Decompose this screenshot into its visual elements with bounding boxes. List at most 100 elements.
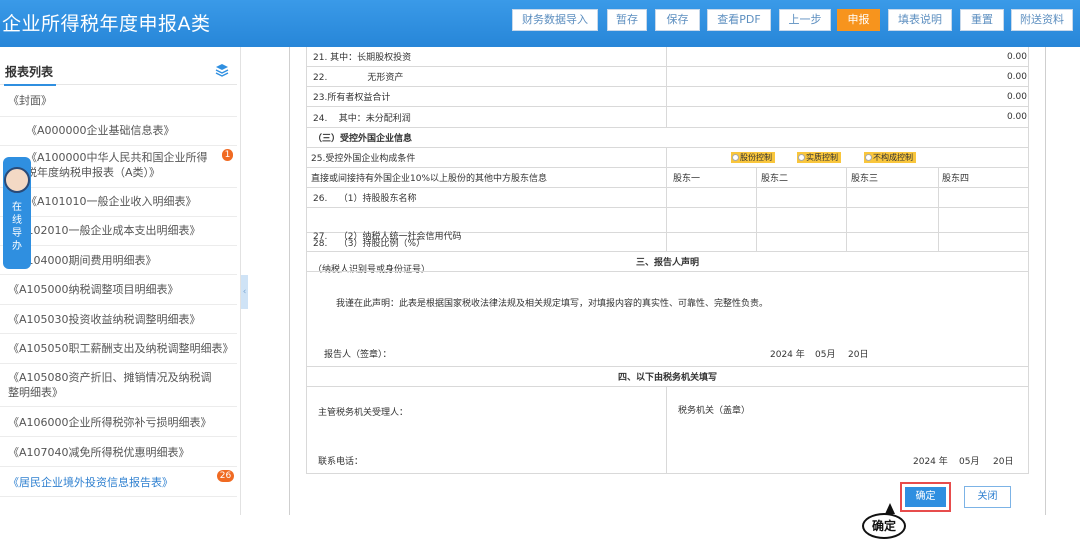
sidebar-item-label: 《A105030投资收益纳税调整明细表》 bbox=[8, 313, 201, 326]
declaration-date-month: 05月 bbox=[815, 350, 836, 360]
declaration-title: 三、报告人声明 bbox=[635, 258, 699, 268]
sidebar-item-a105080[interactable]: 《A105080资产折旧、摊销情况及纳税调整明细表》 bbox=[0, 364, 237, 407]
sidebar-item-a105050[interactable]: 《A105050职工薪酬支出及纳税调整明细表》 bbox=[0, 334, 237, 364]
close-button[interactable]: 关闭 bbox=[964, 486, 1011, 508]
row-label: 25.受控外国企业构成条件 bbox=[311, 154, 416, 164]
option-label: 实质控制 bbox=[806, 153, 838, 162]
report-list-sidebar: 报表列表 《封面》 《A000000企业基础信息表》 《A100000中华人民共… bbox=[0, 47, 241, 515]
table-row: 23.所有者权益合计 0.00 bbox=[306, 87, 1029, 107]
sidebar-item-a107040[interactable]: 《A107040减免所得税优惠明细表》 bbox=[0, 437, 237, 467]
cell-divider bbox=[938, 188, 939, 207]
cell-divider bbox=[666, 233, 667, 251]
sidebar-item-cover[interactable]: 《封面》 bbox=[0, 87, 237, 117]
sidebar-item-overseas-investment[interactable]: 《居民企业境外投资信息报告表》 26 bbox=[0, 467, 237, 497]
signer-label: 报告人（签章）： bbox=[324, 350, 392, 360]
count-badge: 26 bbox=[217, 470, 234, 482]
table-row: 24. 其中：未分配利润 0.00 bbox=[306, 107, 1029, 128]
cell-divider bbox=[666, 67, 667, 86]
table-row: 27. （2）纳税人统一社会信用代码 （纳税人识别号或身份证号） bbox=[306, 208, 1029, 275]
cell-divider bbox=[938, 233, 939, 251]
row-value-input[interactable]: 0.00 bbox=[669, 107, 1028, 127]
radio-icon bbox=[732, 154, 739, 161]
row-label: 28. （3）持股比例（%） bbox=[313, 238, 426, 249]
cell-divider bbox=[666, 188, 667, 207]
table-row: 22. 无形资产 0.00 bbox=[306, 67, 1029, 87]
radio-icon bbox=[798, 154, 805, 161]
sidebar-header: 报表列表 bbox=[0, 55, 237, 86]
save-button[interactable]: 保存 bbox=[655, 9, 700, 31]
sidebar-item-label: 《A100000中华人民共和国企业所得税年度纳税申报表（A类）》 bbox=[26, 151, 208, 179]
option-substantial-control[interactable]: 实质控制 bbox=[797, 152, 841, 163]
assistant-avatar bbox=[4, 167, 30, 193]
cell-divider bbox=[666, 148, 667, 167]
table-row: 26. （1）持股股东名称 bbox=[306, 188, 1029, 208]
previous-step-button[interactable]: 上一步 bbox=[779, 9, 831, 31]
online-guide-widget[interactable]: 在线导办 bbox=[3, 157, 31, 269]
cell-divider bbox=[666, 107, 667, 127]
sidebar-title: 报表列表 bbox=[5, 65, 54, 79]
cell-divider bbox=[846, 233, 847, 251]
collapse-sidebar-handle[interactable]: ‹ bbox=[241, 275, 248, 309]
declaration-text: 我谨在此声明：此表是根据国家税收法律法规及相关规定填写，对填报内容的真实性、可靠… bbox=[336, 299, 769, 309]
sidebar-item-label: 《封面》 bbox=[8, 94, 52, 107]
count-badge: 1 bbox=[222, 149, 233, 161]
tax-date-month: 05月 bbox=[959, 457, 980, 467]
cell-divider bbox=[666, 387, 667, 473]
receiver-label: 主管税务机关受理人： bbox=[318, 408, 409, 418]
sidebar-item-a105030[interactable]: 《A105030投资收益纳税调整明细表》 bbox=[0, 305, 237, 334]
phone-label: 联系电话： bbox=[318, 457, 364, 467]
row-label: 23.所有者权益合计 bbox=[313, 93, 391, 103]
sidebar-item-a105000[interactable]: 《A105000纳税调整项目明细表》 bbox=[0, 275, 237, 305]
sidebar-item-a000000[interactable]: 《A000000企业基础信息表》 bbox=[0, 117, 237, 146]
declare-button[interactable]: 申报 bbox=[837, 9, 880, 31]
cell-divider bbox=[938, 208, 939, 232]
confirm-button[interactable]: 确定 bbox=[905, 487, 946, 507]
sidebar-item-label: 《A106000企业所得税弥补亏损明细表》 bbox=[8, 416, 212, 429]
option-share-control[interactable]: 股份控制 bbox=[731, 152, 775, 163]
row-label: 21. 其中：长期股权投资 bbox=[313, 53, 412, 63]
row-label: 直接或间接持有外国企业10%以上股份的其他中方股东信息 bbox=[311, 174, 548, 184]
sidebar-item-a106000[interactable]: 《A106000企业所得税弥补亏损明细表》 bbox=[0, 407, 237, 437]
instructions-button[interactable]: 填表说明 bbox=[888, 9, 952, 31]
form-frame-left bbox=[289, 47, 290, 515]
row-value-input[interactable]: 0.00 bbox=[669, 87, 1028, 106]
option-label: 股份控制 bbox=[740, 153, 772, 162]
cell-divider bbox=[846, 208, 847, 232]
sidebar-title-underline bbox=[4, 84, 56, 86]
row-label: 26. （1）持股股东名称 bbox=[313, 194, 417, 204]
cell-divider bbox=[756, 188, 757, 207]
table-row: 25.受控外国企业构成条件 股份控制 实质控制 不构成控制 bbox=[306, 148, 1029, 168]
reset-button[interactable]: 重置 bbox=[960, 9, 1004, 31]
sidebar-item-a104000[interactable]: 《A104000期间费用明细表》 bbox=[0, 246, 237, 275]
row-value-input[interactable]: 0.00 bbox=[669, 47, 1028, 66]
table-row: 21. 其中：长期股权投资 0.00 bbox=[306, 47, 1029, 67]
view-pdf-button[interactable]: 查看PDF bbox=[707, 9, 771, 31]
declaration-block bbox=[306, 272, 1029, 367]
cell-divider bbox=[846, 188, 847, 207]
callout-bubble: 确定 bbox=[862, 513, 906, 539]
tax-date-day: 20日 bbox=[993, 457, 1014, 467]
sidebar-item-label: 《A104000期间费用明细表》 bbox=[8, 254, 157, 267]
section-header-row: （三）受控外国企业信息 bbox=[306, 128, 1029, 148]
row-label: 24. 其中：未分配利润 bbox=[313, 113, 411, 124]
form-frame-right bbox=[1045, 47, 1046, 515]
import-financial-data-button[interactable]: 财务数据导入 bbox=[512, 9, 598, 31]
sidebar-item-a100000[interactable]: 《A100000中华人民共和国企业所得税年度纳税申报表（A类）》 1 bbox=[0, 146, 237, 188]
sidebar-item-label: 《A000000企业基础信息表》 bbox=[26, 124, 175, 137]
sidebar-item-a102010[interactable]: 《A102010一般企业成本支出明细表》 bbox=[0, 217, 237, 246]
option-no-control[interactable]: 不构成控制 bbox=[864, 152, 916, 163]
cell-divider bbox=[938, 168, 939, 187]
section-header-row: 四、以下由税务机关填写 bbox=[306, 367, 1029, 387]
cell-divider bbox=[666, 87, 667, 106]
layers-icon[interactable] bbox=[215, 63, 229, 77]
row-value-input[interactable]: 0.00 bbox=[669, 67, 1028, 86]
section-title: （三）受控外国企业信息 bbox=[313, 134, 413, 144]
temp-save-button[interactable]: 暂存 bbox=[607, 9, 647, 31]
sidebar-item-label: 《A101010一般企业收入明细表》 bbox=[26, 195, 197, 208]
attachments-button[interactable]: 附送资料 bbox=[1011, 9, 1073, 31]
shareholder-col-4: 股东四 bbox=[942, 174, 970, 184]
sidebar-item-a101010[interactable]: 《A101010一般企业收入明细表》 bbox=[0, 188, 237, 217]
cell-divider bbox=[666, 208, 667, 232]
cell-divider bbox=[756, 168, 757, 187]
sidebar-item-label: 《居民企业境外投资信息报告表》 bbox=[8, 476, 173, 489]
